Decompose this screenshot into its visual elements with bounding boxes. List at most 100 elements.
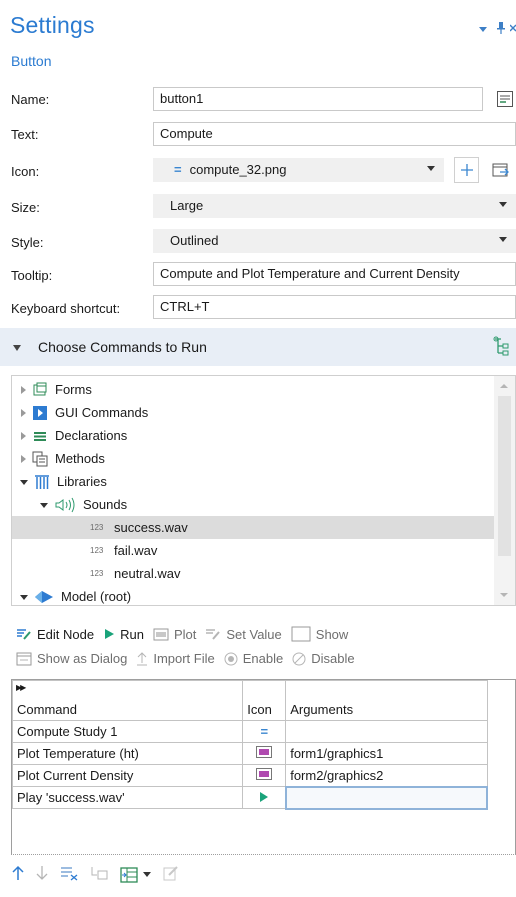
move-up-icon[interactable] bbox=[12, 865, 24, 884]
edit-text-icon[interactable] bbox=[493, 87, 516, 111]
icon-label: Icon: bbox=[11, 164, 40, 179]
commands-section-header[interactable]: Choose Commands to Run bbox=[0, 328, 516, 366]
scroll-thumb[interactable] bbox=[498, 396, 511, 556]
collapse-icon[interactable] bbox=[20, 480, 28, 485]
edit-node-button[interactable]: Edit Node bbox=[16, 627, 94, 642]
tree-item-libraries[interactable]: Libraries bbox=[12, 470, 495, 493]
keyboard-shortcut-field[interactable]: CTRL+T bbox=[153, 295, 516, 319]
run-button[interactable]: Run bbox=[103, 627, 144, 642]
import-file-button[interactable]: Import File bbox=[136, 651, 215, 666]
import-icon-button[interactable] bbox=[489, 158, 513, 182]
tree-item-forms[interactable]: Forms bbox=[12, 378, 495, 401]
chevron-down-icon bbox=[427, 166, 435, 171]
arguments-cell[interactable] bbox=[285, 720, 488, 743]
close-icon[interactable] bbox=[509, 23, 516, 36]
add-sibling-icon[interactable] bbox=[90, 865, 108, 884]
chevron-down-icon[interactable] bbox=[143, 872, 151, 877]
expand-icon[interactable] bbox=[21, 454, 26, 463]
tree-item-fail-wav[interactable]: 123 fail.wav bbox=[12, 539, 495, 562]
tree-settings-icon[interactable] bbox=[492, 336, 510, 359]
run-label: Run bbox=[120, 626, 144, 642]
expand-icon[interactable] bbox=[21, 408, 26, 417]
commands-tree[interactable]: Forms GUI Commands Declarations Methods … bbox=[11, 375, 516, 606]
commands-toolbar-row1: Edit Node Run Plot Set Value Show bbox=[16, 626, 357, 642]
plot-icon bbox=[153, 628, 169, 641]
collapse-icon[interactable] bbox=[20, 595, 28, 600]
collapse-icon[interactable] bbox=[40, 503, 48, 508]
size-label: Size: bbox=[11, 200, 40, 215]
plot-button[interactable]: Plot bbox=[153, 627, 196, 642]
show-button[interactable]: Show bbox=[291, 626, 349, 642]
forms-icon bbox=[32, 382, 48, 398]
plot-icon bbox=[242, 764, 287, 787]
dropdown-menu-icon[interactable] bbox=[479, 27, 487, 32]
table-row[interactable]: Plot Current Density form2/graphics2 bbox=[11, 764, 488, 787]
arguments-cell[interactable]: form2/graphics2 bbox=[285, 764, 488, 787]
table-row[interactable]: Compute Study 1 = bbox=[11, 720, 488, 743]
declarations-icon bbox=[32, 428, 48, 444]
plot-icon bbox=[242, 742, 287, 765]
delete-rows-icon[interactable] bbox=[60, 865, 78, 884]
name-field[interactable]: button1 bbox=[153, 87, 483, 111]
tree-item-label: GUI Commands bbox=[55, 405, 149, 420]
arguments-cell[interactable] bbox=[284, 785, 489, 810]
tree-item-model-root[interactable]: Model (root) bbox=[12, 585, 495, 605]
libraries-icon bbox=[34, 474, 50, 490]
tooltip-field[interactable]: Compute and Plot Temperature and Current… bbox=[153, 262, 516, 286]
upload-arrow-icon bbox=[136, 651, 148, 666]
scroll-down-icon[interactable] bbox=[500, 593, 508, 597]
style-select-value: Outlined bbox=[170, 233, 219, 248]
icon-column-header[interactable]: Icon bbox=[242, 680, 287, 721]
edit-icon[interactable] bbox=[163, 865, 179, 884]
sounds-icon bbox=[54, 497, 76, 513]
tree-item-label: success.wav bbox=[114, 520, 188, 535]
expand-icon[interactable] bbox=[21, 431, 26, 440]
disable-button[interactable]: Disable bbox=[292, 651, 355, 666]
enable-icon bbox=[224, 652, 238, 666]
tree-item-neutral-wav[interactable]: 123 neutral.wav bbox=[12, 562, 495, 585]
import-file-label: Import File bbox=[153, 651, 215, 666]
play-icon bbox=[242, 786, 287, 809]
tree-item-label: Methods bbox=[55, 451, 105, 466]
command-header-label: Command bbox=[17, 702, 77, 717]
pin-icon[interactable] bbox=[497, 22, 505, 37]
show-label: Show bbox=[315, 626, 349, 642]
sound-file-icon: 123 bbox=[90, 523, 104, 532]
icon-header-label: Icon bbox=[247, 702, 272, 717]
text-field[interactable]: Compute bbox=[153, 122, 516, 146]
tree-item-gui-commands[interactable]: GUI Commands bbox=[12, 401, 495, 424]
tree-item-sounds[interactable]: Sounds bbox=[12, 493, 495, 516]
command-cell[interactable]: Play 'success.wav' bbox=[11, 786, 244, 809]
move-down-icon[interactable] bbox=[36, 865, 48, 884]
style-select[interactable]: Outlined bbox=[153, 229, 516, 253]
tree-item-success-wav[interactable]: 123 success.wav bbox=[12, 516, 495, 539]
tree-item-methods[interactable]: Methods bbox=[12, 447, 495, 470]
command-column-header[interactable]: ▶▶ Command bbox=[11, 680, 244, 721]
tree-item-label: Model (root) bbox=[61, 589, 132, 604]
show-icon bbox=[291, 626, 311, 642]
collapse-icon[interactable] bbox=[13, 345, 21, 351]
arguments-cell[interactable]: form1/graphics1 bbox=[285, 742, 488, 765]
add-icon-button[interactable] bbox=[454, 157, 479, 183]
set-value-button[interactable]: Set Value bbox=[205, 626, 282, 642]
icon-select[interactable]: = compute_32.png bbox=[153, 158, 444, 182]
set-value-label: Set Value bbox=[226, 626, 282, 642]
command-cell[interactable]: Plot Temperature (ht) bbox=[11, 742, 244, 765]
command-cell[interactable]: Plot Current Density bbox=[11, 764, 244, 787]
expand-all-icon[interactable]: ▶▶ bbox=[16, 683, 26, 692]
expand-icon[interactable] bbox=[21, 385, 26, 394]
tree-item-declarations[interactable]: Declarations bbox=[12, 424, 495, 447]
table-row[interactable]: Play 'success.wav' bbox=[11, 785, 489, 810]
model-icon bbox=[34, 589, 54, 605]
show-as-dialog-button[interactable]: Show as Dialog bbox=[16, 651, 127, 666]
command-cell[interactable]: Compute Study 1 bbox=[11, 720, 244, 743]
gui-commands-icon bbox=[32, 405, 48, 421]
enable-button[interactable]: Enable bbox=[224, 651, 283, 666]
size-select[interactable]: Large bbox=[153, 194, 516, 218]
tree-scrollbar[interactable] bbox=[494, 376, 515, 605]
insert-table-icon[interactable] bbox=[120, 866, 151, 883]
run-icon bbox=[103, 628, 115, 640]
table-row[interactable]: Plot Temperature (ht) form1/graphics1 bbox=[11, 742, 488, 765]
scroll-up-icon[interactable] bbox=[500, 384, 508, 388]
arguments-column-header[interactable]: Arguments bbox=[285, 680, 488, 721]
